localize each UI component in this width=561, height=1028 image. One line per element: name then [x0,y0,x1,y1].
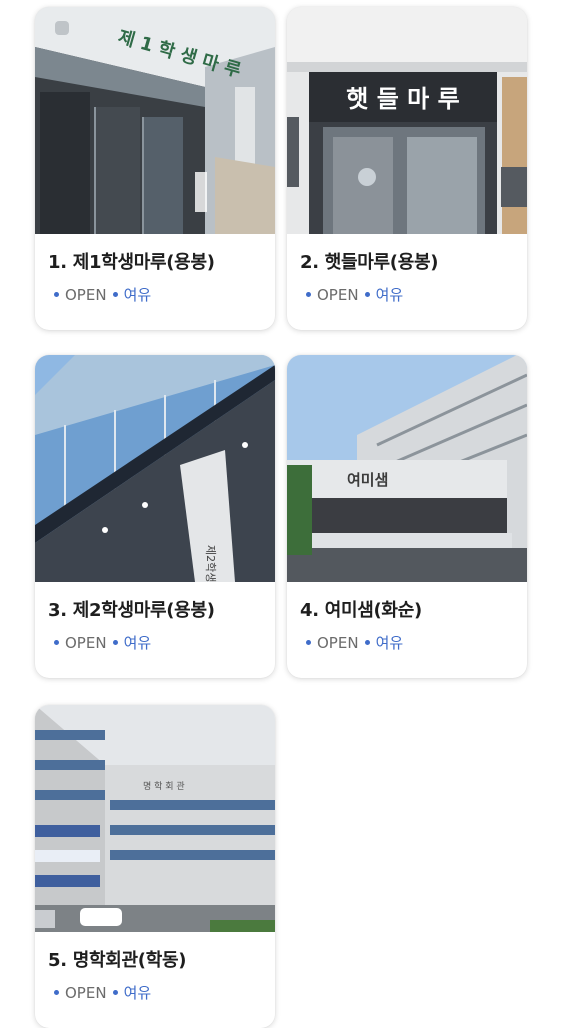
cafeteria-title: 5. 명학회관(학동) [48,950,187,971]
cafeteria-photo-4: 여미샘 [287,355,527,582]
cafeteria-card-3[interactable]: 제2학생 3. 제2학생마루(용봉) OPEN 여유 [35,355,275,678]
cafeteria-photo-5: 명 학 회 관 [35,705,275,932]
cafeteria-card-4[interactable]: 여미샘 4. 여미샘(화순) OPEN 여유 [287,355,527,678]
cafeteria-photo-1: 제 1 학 생 마 루 [35,7,275,234]
status-line: OPEN 여유 [48,284,275,305]
status-line: OPEN 여유 [48,632,275,653]
availability-status: 여유 [123,984,152,1002]
open-status: OPEN [317,286,359,304]
cafeteria-title: 1. 제1학생마루(용봉) [48,252,215,273]
cafeteria-card-1[interactable]: 제 1 학 생 마 루 1. 제1학생마루(용봉) OPEN 여유 [35,7,275,330]
availability-dot-icon [364,640,370,645]
open-status: OPEN [317,634,359,652]
availability-dot-icon [112,640,118,645]
availability-status: 여유 [123,286,152,304]
availability-dot-icon [364,292,370,297]
building-sign-2: 햇 들 마 루 [346,85,459,113]
cafeteria-title: 2. 햇들마루(용봉) [300,252,439,273]
status-line: OPEN 여유 [300,284,527,305]
building-sign-3: 제2학생 [204,545,217,582]
status-dot-icon [306,640,311,645]
building-sign-4: 여미샘 [347,471,388,489]
building-sign-5: 명 학 회 관 [143,781,185,792]
cafeteria-photo-2: 햇 들 마 루 [287,7,527,234]
availability-status: 여유 [123,634,152,652]
availability-dot-icon [112,990,118,995]
cafeteria-title: 3. 제2학생마루(용봉) [48,600,215,621]
status-line: OPEN 여유 [300,632,527,653]
open-status: OPEN [65,286,107,304]
open-status: OPEN [65,634,107,652]
status-dot-icon [54,640,59,645]
cafeteria-photo-3: 제2학생 [35,355,275,582]
cafeteria-card-5[interactable]: 명 학 회 관 5. 명학회관(학동) OPEN 여유 [35,705,275,1028]
status-dot-icon [54,292,59,297]
open-status: OPEN [65,984,107,1002]
status-dot-icon [306,292,311,297]
cafeteria-card-2[interactable]: 햇 들 마 루 2. 햇들마루(용봉) OPEN 여유 [287,7,527,330]
availability-status: 여유 [375,286,404,304]
availability-status: 여유 [375,634,404,652]
cafeteria-title: 4. 여미샘(화순) [300,600,422,621]
status-dot-icon [54,990,59,995]
availability-dot-icon [112,292,118,297]
